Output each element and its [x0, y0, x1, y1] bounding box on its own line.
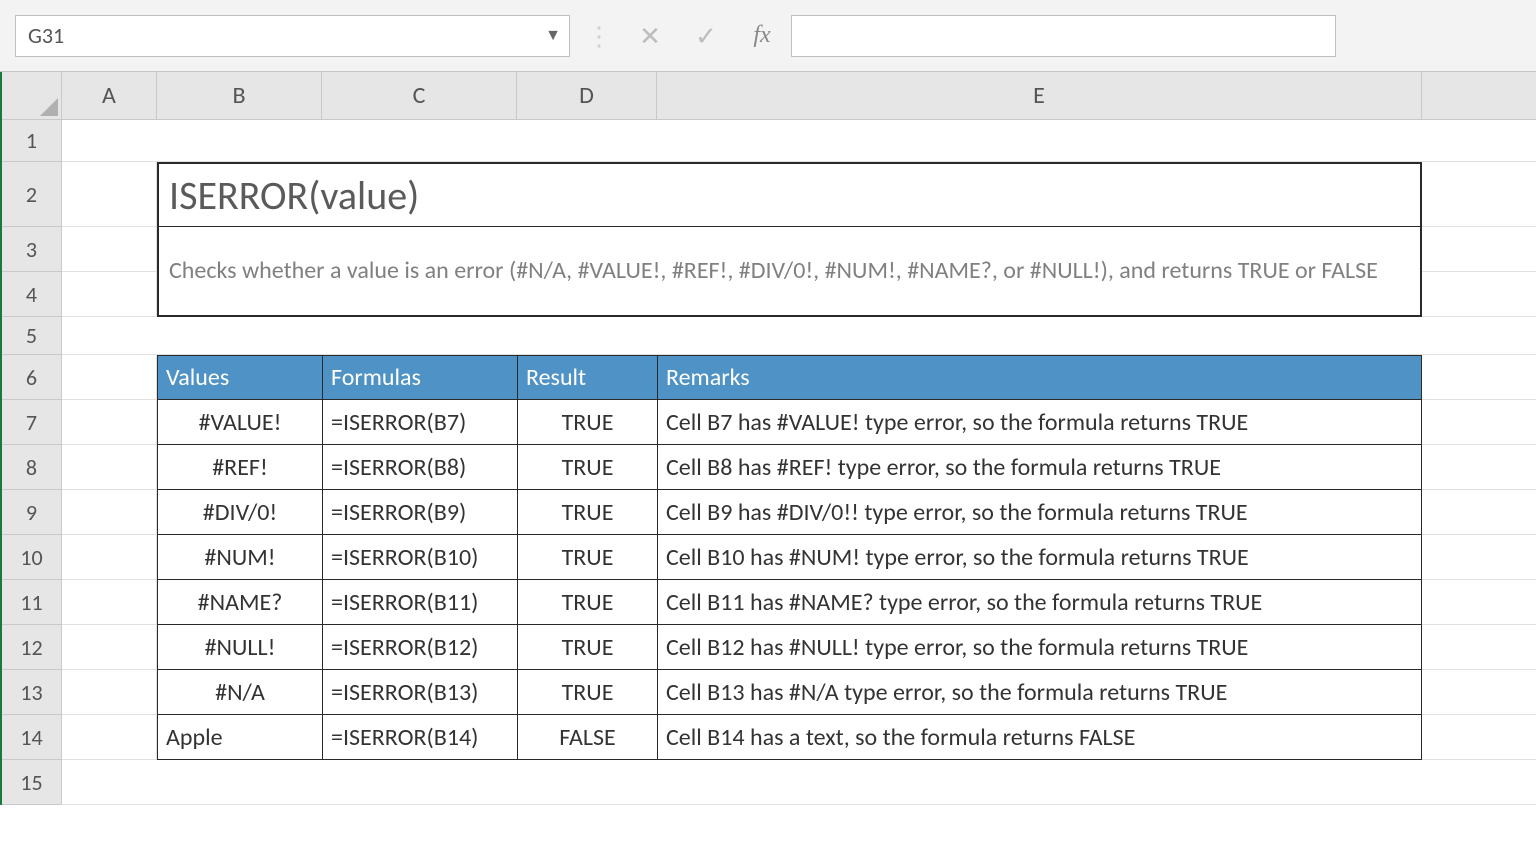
cell-A13[interactable]: [62, 670, 157, 715]
cell-A4[interactable]: [62, 272, 157, 317]
formula-input[interactable]: [791, 15, 1336, 57]
cell-F8[interactable]: [1422, 445, 1536, 490]
cell-F7[interactable]: [1422, 400, 1536, 445]
col-header-A[interactable]: A: [62, 72, 157, 120]
cell-C10[interactable]: =ISERROR(B10): [322, 535, 517, 580]
cell-B7[interactable]: #VALUE!: [157, 400, 322, 445]
cell-C14[interactable]: =ISERROR(B14): [322, 715, 517, 760]
row-header-13[interactable]: 13: [2, 670, 62, 715]
title-cell[interactable]: ISERROR(value): [157, 162, 1422, 227]
row-header-9[interactable]: 9: [2, 490, 62, 535]
select-all-corner[interactable]: [2, 72, 62, 120]
cell-A10[interactable]: [62, 535, 157, 580]
cell-F13[interactable]: [1422, 670, 1536, 715]
enter-icon: ✓: [684, 15, 728, 57]
cell-A8[interactable]: [62, 445, 157, 490]
row-header-4[interactable]: 4: [2, 272, 62, 317]
name-box[interactable]: G31 ▼: [15, 15, 570, 57]
col-header-B[interactable]: B: [157, 72, 322, 120]
cell-C7[interactable]: =ISERROR(B7): [322, 400, 517, 445]
row-header-15[interactable]: 15: [2, 760, 62, 805]
cell-A7[interactable]: [62, 400, 157, 445]
cell-E10[interactable]: Cell B10 has #NUM! type error, so the fo…: [657, 535, 1422, 580]
col-header-D[interactable]: D: [517, 72, 657, 120]
cell-C13[interactable]: =ISERROR(B13): [322, 670, 517, 715]
cell-D12[interactable]: TRUE: [517, 625, 657, 670]
cell-A12[interactable]: [62, 625, 157, 670]
cell-D8[interactable]: TRUE: [517, 445, 657, 490]
cell-F4[interactable]: [1422, 272, 1536, 317]
cell-E11[interactable]: Cell B11 has #NAME? type error, so the f…: [657, 580, 1422, 625]
cell-F10[interactable]: [1422, 535, 1536, 580]
cell-B13[interactable]: #N/A: [157, 670, 322, 715]
table-header-values[interactable]: Values: [157, 355, 322, 400]
cell-C11[interactable]: =ISERROR(B11): [322, 580, 517, 625]
cell-B11[interactable]: #NAME?: [157, 580, 322, 625]
cancel-icon: ✕: [628, 15, 672, 57]
cell-A9[interactable]: [62, 490, 157, 535]
cell-A15[interactable]: [62, 760, 1536, 805]
cell-E13[interactable]: Cell B13 has #N/A type error, so the for…: [657, 670, 1422, 715]
cell-E9[interactable]: Cell B9 has #DIV/0!! type error, so the …: [657, 490, 1422, 535]
cell-D14[interactable]: FALSE: [517, 715, 657, 760]
row-header-5[interactable]: 5: [2, 317, 62, 355]
cell-B10[interactable]: #NUM!: [157, 535, 322, 580]
row-header-8[interactable]: 8: [2, 445, 62, 490]
cell-D10[interactable]: TRUE: [517, 535, 657, 580]
cell-A1[interactable]: [62, 120, 1536, 162]
cell-F6[interactable]: [1422, 355, 1536, 400]
cell-F11[interactable]: [1422, 580, 1536, 625]
cell-E7[interactable]: Cell B7 has #VALUE! type error, so the f…: [657, 400, 1422, 445]
row-header-6[interactable]: 6: [2, 355, 62, 400]
cell-B9[interactable]: #DIV/0!: [157, 490, 322, 535]
cell-C8[interactable]: =ISERROR(B8): [322, 445, 517, 490]
cell-D7[interactable]: TRUE: [517, 400, 657, 445]
cell-F12[interactable]: [1422, 625, 1536, 670]
spreadsheet-grid: A B C D E 1 2 ISERROR(value) 3 Checks wh…: [0, 72, 1536, 805]
cell-E12[interactable]: Cell B12 has #NULL! type error, so the f…: [657, 625, 1422, 670]
cell-A11[interactable]: [62, 580, 157, 625]
cell-C12[interactable]: =ISERROR(B12): [322, 625, 517, 670]
col-header-C[interactable]: C: [322, 72, 517, 120]
description-cell[interactable]: Checks whether a value is an error (#N/A…: [157, 227, 1422, 317]
row-header-3[interactable]: 3: [2, 227, 62, 272]
cell-B8[interactable]: #REF!: [157, 445, 322, 490]
row-header-11[interactable]: 11: [2, 580, 62, 625]
cell-A5[interactable]: [62, 317, 1536, 355]
cell-B12[interactable]: #NULL!: [157, 625, 322, 670]
table-header-remarks[interactable]: Remarks: [657, 355, 1422, 400]
cell-A6[interactable]: [62, 355, 157, 400]
row-header-1[interactable]: 1: [2, 120, 62, 162]
cell-F14[interactable]: [1422, 715, 1536, 760]
cell-A2[interactable]: [62, 162, 157, 227]
col-header-blank[interactable]: [1422, 72, 1536, 120]
row-header-14[interactable]: 14: [2, 715, 62, 760]
cell-E8[interactable]: Cell B8 has #REF! type error, so the for…: [657, 445, 1422, 490]
cell-A14[interactable]: [62, 715, 157, 760]
table-header-result[interactable]: Result: [517, 355, 657, 400]
select-all-triangle-icon: [40, 98, 58, 116]
cell-E14[interactable]: Cell B14 has a text, so the formula retu…: [657, 715, 1422, 760]
row-header-10[interactable]: 10: [2, 535, 62, 580]
formula-bar: G31 ▼ ⋮ ✕ ✓ fx: [0, 0, 1536, 72]
cell-F2[interactable]: [1422, 162, 1536, 227]
cell-D13[interactable]: TRUE: [517, 670, 657, 715]
row-header-7[interactable]: 7: [2, 400, 62, 445]
cell-B14[interactable]: Apple: [157, 715, 322, 760]
cell-F9[interactable]: [1422, 490, 1536, 535]
row-header-2[interactable]: 2: [2, 162, 62, 227]
cell-C9[interactable]: =ISERROR(B9): [322, 490, 517, 535]
table-header-formulas[interactable]: Formulas: [322, 355, 517, 400]
cell-A3[interactable]: [62, 227, 157, 272]
cell-D9[interactable]: TRUE: [517, 490, 657, 535]
cell-F3[interactable]: [1422, 227, 1536, 272]
col-header-E[interactable]: E: [657, 72, 1422, 120]
row-header-12[interactable]: 12: [2, 625, 62, 670]
name-box-dropdown-icon[interactable]: ▼: [545, 26, 561, 45]
formula-bar-divider: ⋮: [582, 20, 616, 52]
cell-D11[interactable]: TRUE: [517, 580, 657, 625]
name-box-value: G31: [28, 22, 64, 49]
fx-icon[interactable]: fx: [740, 15, 784, 57]
